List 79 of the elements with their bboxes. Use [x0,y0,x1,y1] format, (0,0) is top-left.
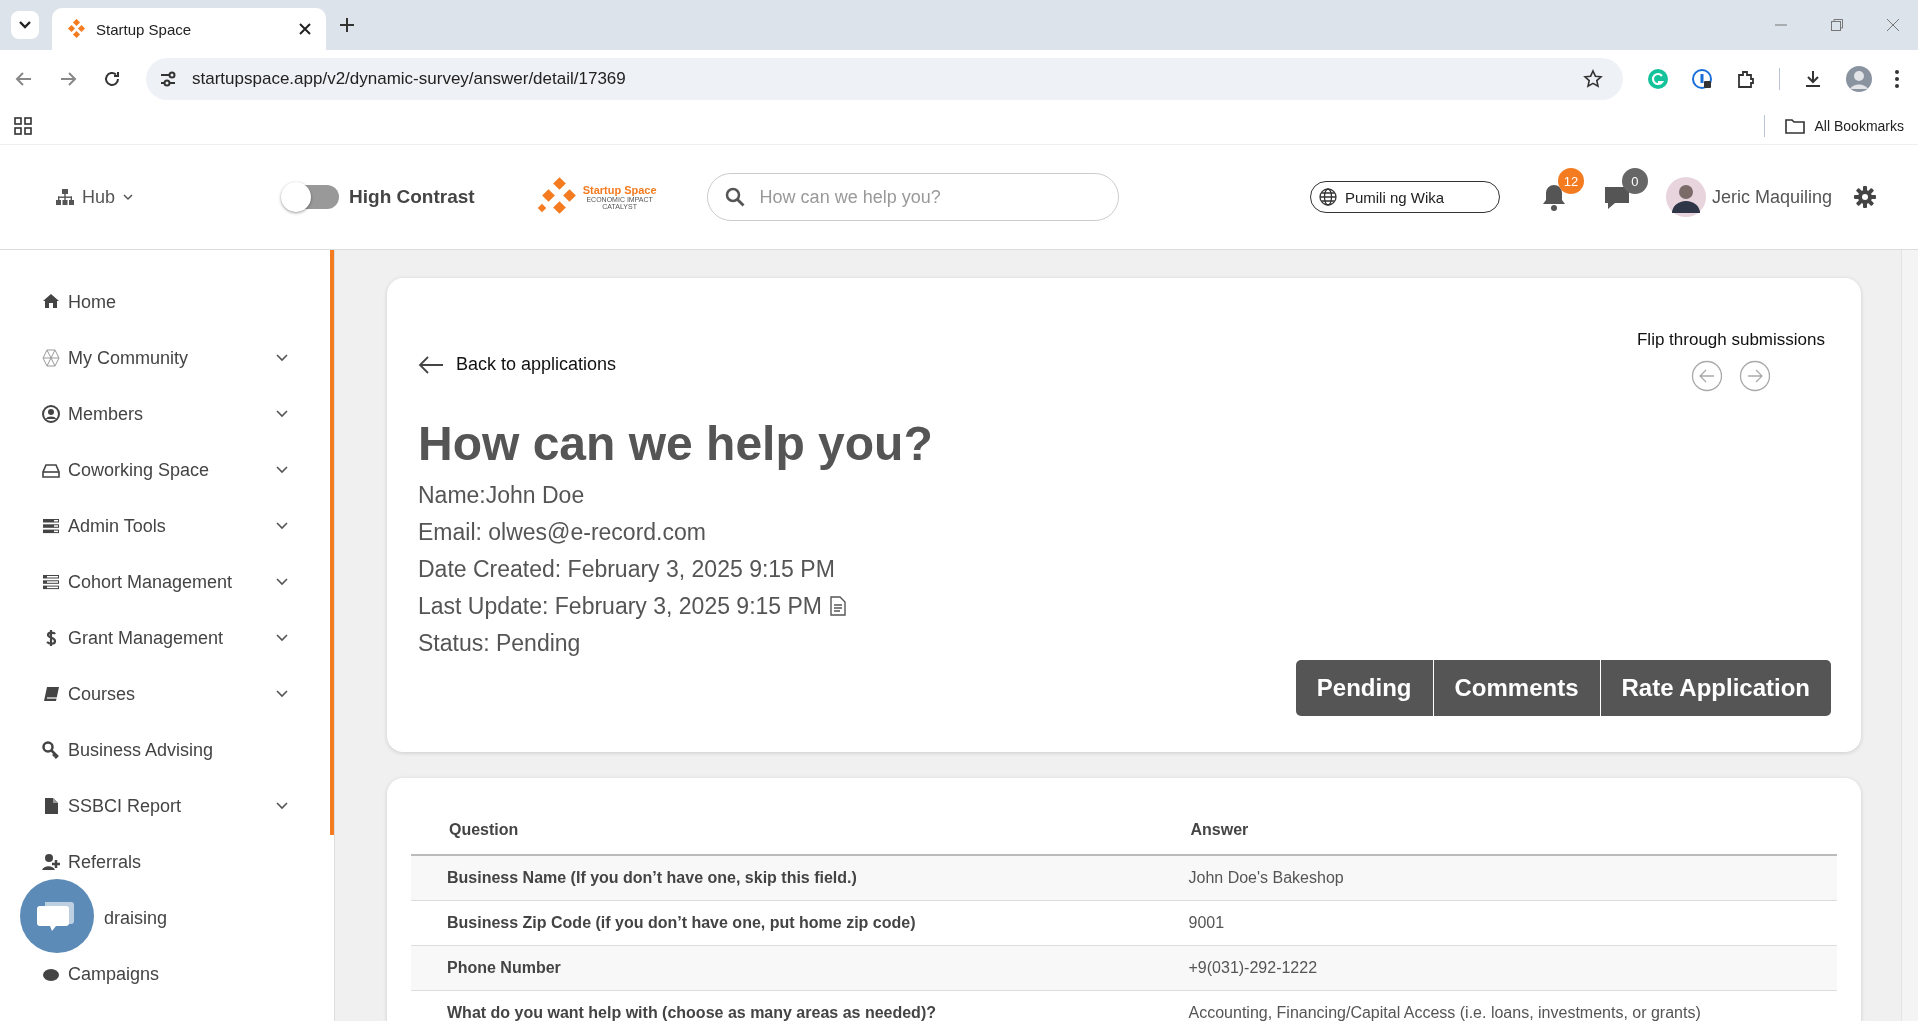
book-icon [42,685,60,703]
notification-count: 12 [1557,168,1584,194]
sidebar-item[interactable]: Courses [42,666,288,722]
sidebar-item[interactable]: Members [42,386,288,442]
all-bookmarks-button[interactable]: All Bookmarks [1784,118,1904,134]
answer-cell: 9001 [1152,900,1837,946]
logo-name: Startup Space [582,184,657,196]
sidebar-item[interactable]: Campaigns [42,946,288,1002]
message-count: 0 [1621,168,1648,194]
user-name[interactable]: Jeric Maquiling [1711,186,1832,208]
detail-text: Email: olwes@e-record.com [418,518,706,546]
sidebar-item[interactable]: Cohort Management [42,554,288,610]
action-button[interactable]: Rate Application [1599,659,1831,716]
detail-text: Last Update: February 3, 2025 9:15 PM [418,592,823,620]
sidebar-item[interactable]: Coworking Space [42,442,288,498]
restore-icon[interactable] [1830,18,1844,32]
reload-icon[interactable] [102,69,122,89]
sidebar-item[interactable]: Referrals [42,834,288,890]
scrollbar-thumb[interactable] [330,250,334,835]
sidebar-item[interactable]: Business Advising [42,722,288,778]
avatar-icon[interactable] [1665,177,1706,217]
action-button[interactable]: Pending [1295,659,1433,716]
sidebar-item[interactable]: My Community [42,330,288,386]
star-icon[interactable] [1583,69,1603,89]
settings-icon[interactable] [1854,186,1876,208]
toggle-label: High Contrast [349,186,475,208]
column-header: Answer [1152,805,1837,855]
arrow-left-icon [418,355,444,374]
hub-menu[interactable]: Hub [56,186,134,208]
extensions-icon[interactable] [1735,68,1757,90]
action-button[interactable]: Comments [1432,659,1600,716]
file-icon [42,797,60,815]
column-header: Question [411,805,1153,855]
tab-title: Startup Space [96,20,193,38]
tray-icon [42,461,60,479]
question-cell: Business Zip Code (if you don’t have one, put home zip code) [411,900,1153,946]
high-contrast-toggle[interactable] [283,185,340,209]
close-icon[interactable] [298,22,312,36]
address-field[interactable]: startupspace.app/v2/dynamic-survey/answer/detail/17369 [146,58,1623,100]
sidebar-item[interactable]: Grant Management [42,610,288,666]
browser-tab[interactable]: Startup Space [52,8,326,50]
answer-cell: +9(031)-292-1222 [1152,945,1837,991]
chevron-down-icon [123,193,134,201]
user-plus-icon [42,853,60,871]
site-settings-icon[interactable] [158,69,178,89]
apps-grid-icon[interactable] [14,117,32,135]
back-link[interactable]: Back to applications [418,354,617,375]
password-extension-icon[interactable] [1691,68,1713,90]
menu-icon[interactable] [1894,69,1900,89]
question-cell: Business Name (If you don’t have one, skip this field.) [411,854,1153,901]
sidebar-item[interactable]: Home [42,274,288,330]
detail-text: Status: Pending [418,629,581,657]
sitemap-icon [56,189,74,205]
answer-cell: Accounting, Financing/Capital Access (i.e. loans, investments, or grants) [1152,990,1837,1021]
new-tab-icon[interactable] [338,16,356,34]
sidebar-item[interactable]: draising [104,890,288,946]
user-circle-icon [42,405,60,423]
list-icon [42,573,60,591]
key-icon [42,741,60,759]
search-icon [724,187,745,207]
house-icon [42,293,60,311]
question-cell: What do you want help with (choose as many areas as needed)? [411,990,1153,1021]
sidebar-item[interactable]: Admin Tools [42,498,288,554]
search-field[interactable]: How can we help you? [706,173,1119,221]
folder-icon [1784,118,1805,134]
hexagon-icon [42,349,60,367]
server-icon [42,517,60,535]
logo-icon [66,19,86,39]
answer-cell: John Doe's Bakeshop [1152,854,1837,901]
flip-label: Flip through submissions [1636,330,1825,350]
document-icon[interactable] [830,596,847,617]
sidebar-item[interactable]: SSBCI Report [42,778,288,834]
question-cell: Phone Number [411,945,1153,991]
detail-text: Name:John Doe [418,481,585,509]
scrollbar[interactable] [1901,250,1918,1021]
page-title: How can we help you? [418,418,934,471]
globe-icon [1318,188,1337,206]
tab-list-icon[interactable] [10,10,40,40]
detail-text: Date Created: February 3, 2025 9:15 PM [418,555,835,583]
